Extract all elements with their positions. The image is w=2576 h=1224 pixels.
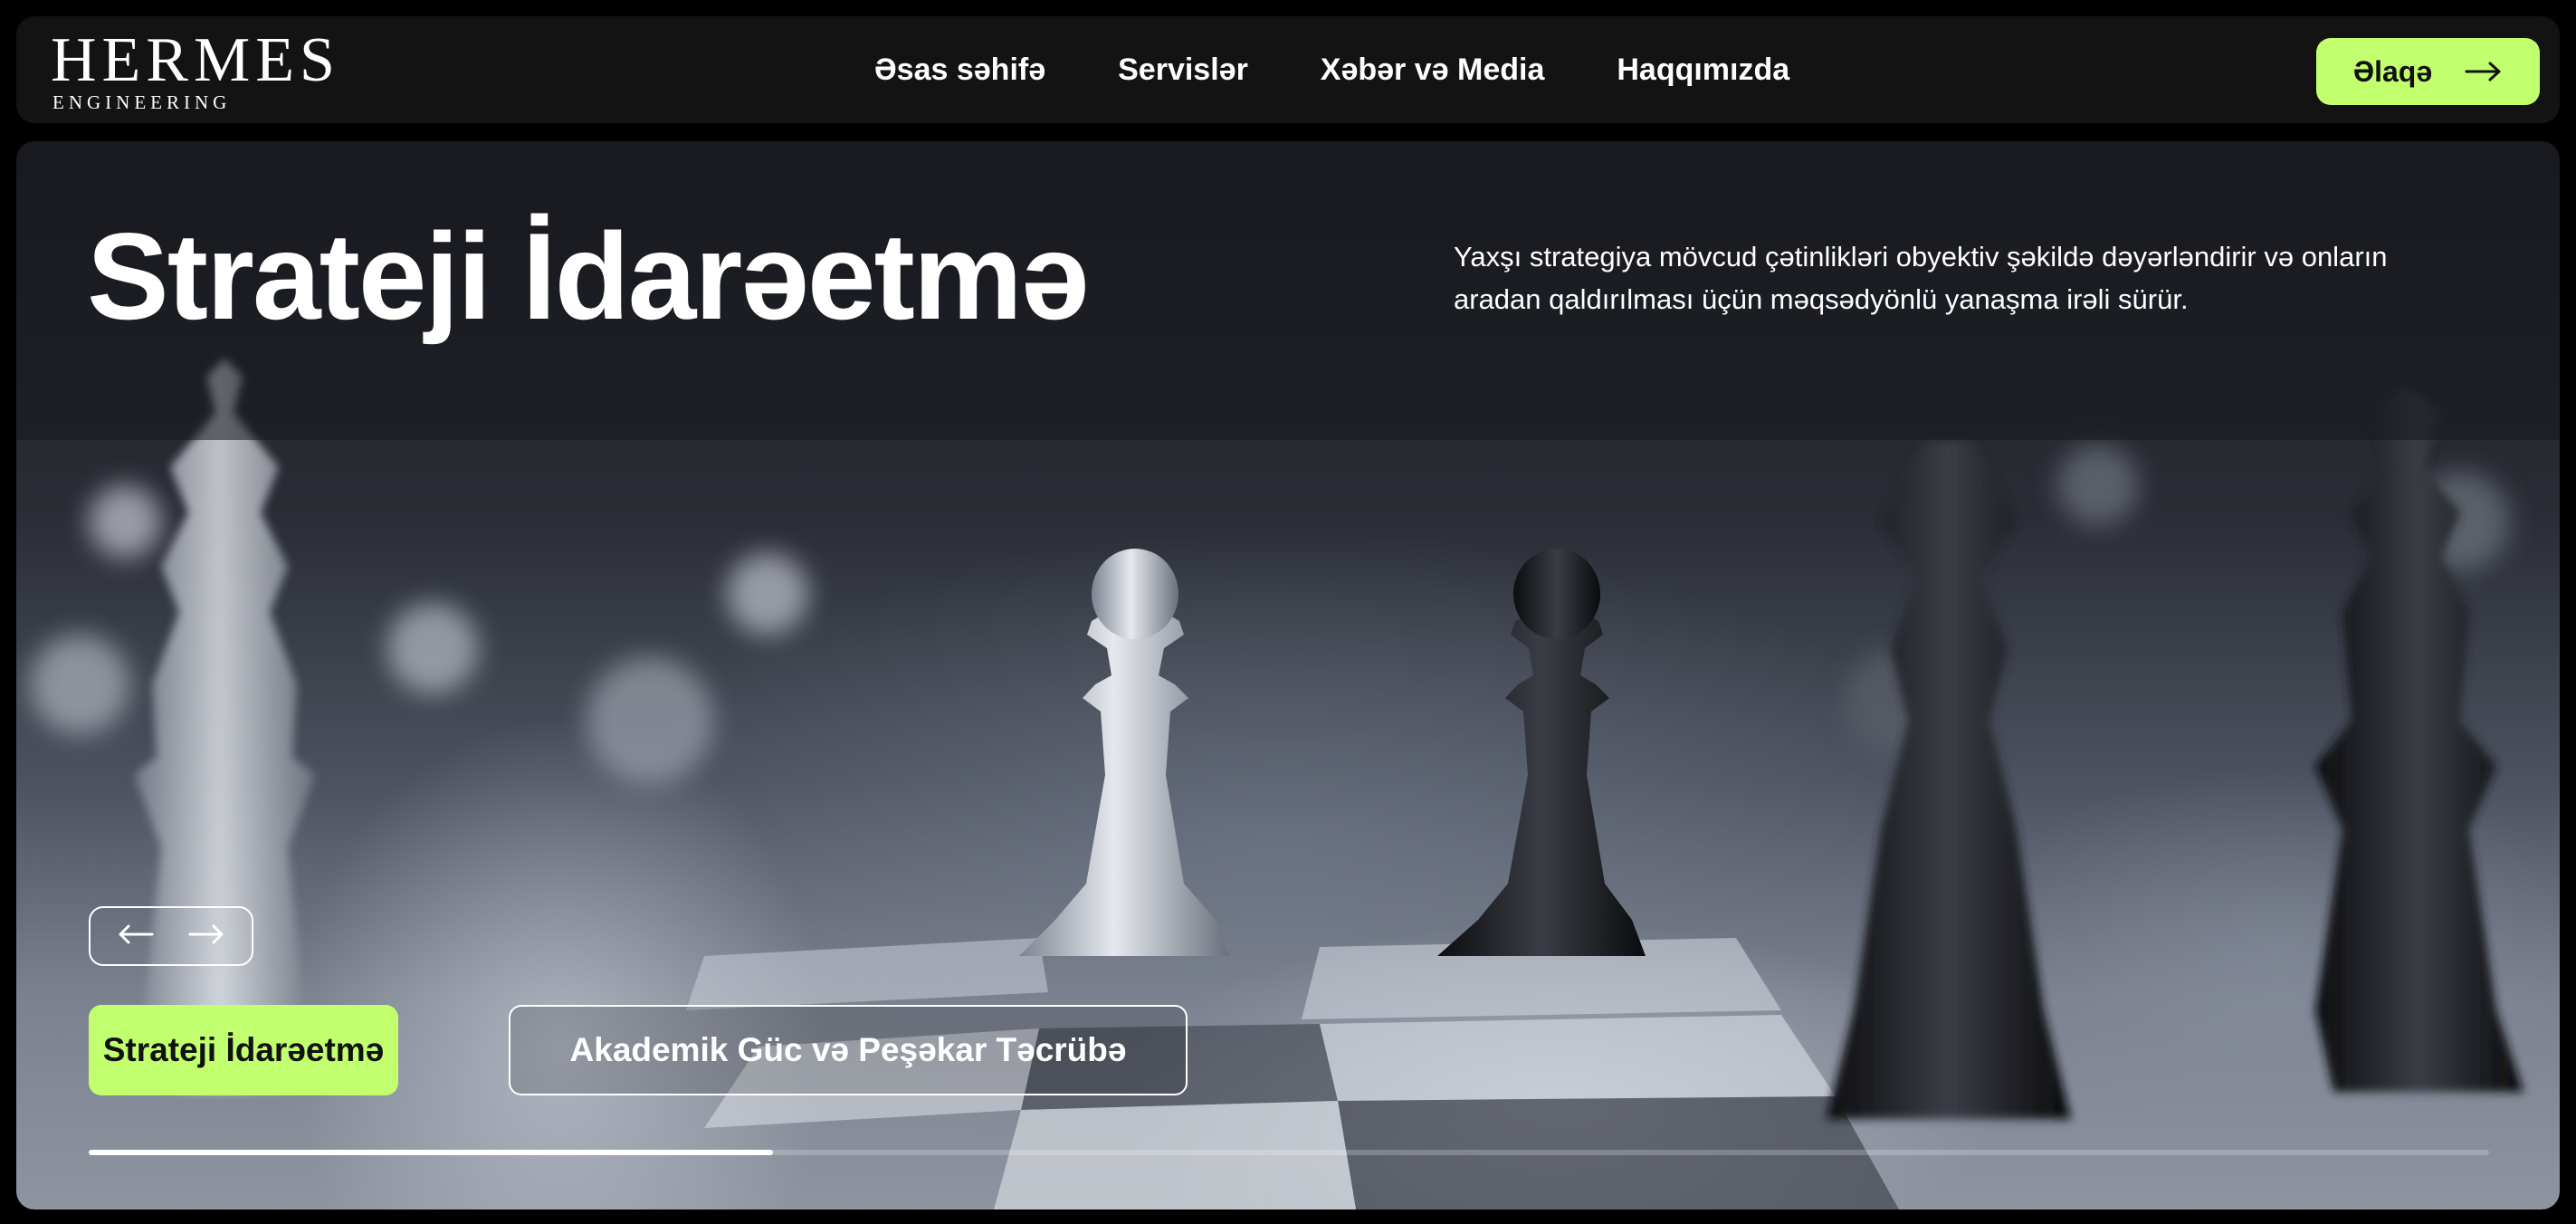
arrow-right-icon: [188, 923, 224, 950]
contact-button-label: Əlaqə: [2352, 54, 2433, 88]
logo-tagline: ENGINEERING: [52, 91, 232, 113]
hero-description: Yaxşı strategiya mövcud çətinlikləri oby…: [1454, 241, 2388, 315]
slide-progress-fill: [89, 1150, 773, 1155]
slider-arrows: [89, 906, 253, 966]
nav-link-about[interactable]: Haqqımızda: [1617, 53, 1789, 88]
hero-slider: Strateji İdarəetmə Yaxşı strategiya mövc…: [16, 141, 2560, 1210]
logo-wordmark: HERMES: [51, 25, 340, 95]
nav-link-news-media[interactable]: Xəbər və Media: [1321, 53, 1545, 88]
main-nav: Əsas səhifə Servislər Xəbər və Media Haq…: [874, 16, 1789, 123]
nav-link-services[interactable]: Servislər: [1118, 53, 1248, 88]
slide-tab-strategic-management[interactable]: Strateji İdarəetmə: [89, 1005, 398, 1095]
arrow-right-icon: [2465, 61, 2503, 82]
hero-title: Strateji İdarəetmə: [87, 207, 1089, 345]
arrow-left-icon: [118, 923, 154, 950]
slide-tab-academic-strength[interactable]: Akademik Güc və Peşəkar Təcrübə: [509, 1005, 1188, 1095]
slide-progress-bar: [89, 1150, 2489, 1155]
slider-next-button[interactable]: [188, 918, 224, 954]
nav-link-home[interactable]: Əsas səhifə: [874, 53, 1045, 88]
contact-button[interactable]: Əlaqə: [2316, 38, 2540, 105]
logo[interactable]: HERMES ENGINEERING: [51, 25, 340, 113]
top-navbar: HERMES ENGINEERING Əsas səhifə Servislər…: [16, 16, 2560, 123]
slider-prev-button[interactable]: [118, 918, 154, 954]
